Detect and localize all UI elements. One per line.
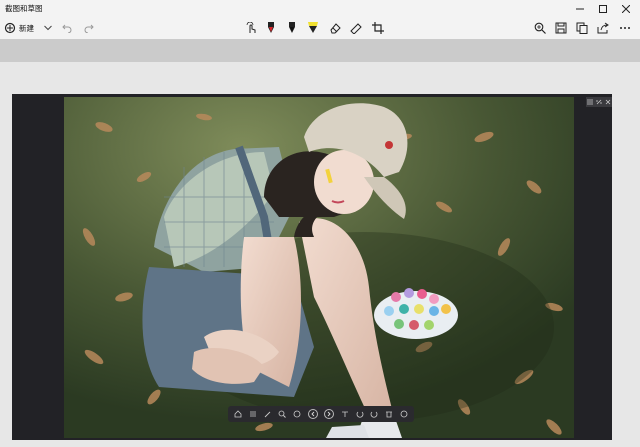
previous-image-button[interactable]: [307, 409, 318, 419]
highlighter-icon: [308, 22, 318, 33]
touch-writing-icon: [246, 22, 256, 33]
undo-button[interactable]: [60, 19, 74, 37]
ballpoint-pen-icon: [268, 22, 274, 33]
toolbar: 新建: [0, 17, 640, 55]
viewer-flip-icon[interactable]: [341, 410, 349, 418]
viewer-align-icon[interactable]: [249, 410, 257, 418]
app-title: 截图和草图: [5, 4, 43, 13]
crop-button[interactable]: [370, 19, 386, 37]
more-icon: [620, 27, 630, 29]
image-corner-controls: [586, 97, 612, 107]
save-icon: [555, 22, 567, 34]
new-snip-icon: [4, 22, 16, 34]
chevron-right-icon: [327, 411, 331, 417]
ruler-icon: [350, 23, 362, 34]
new-button[interactable]: 新建: [4, 19, 34, 37]
viewer-zoom-icon[interactable]: [278, 410, 287, 418]
chevron-left-icon: [310, 411, 314, 417]
pencil-button[interactable]: [284, 19, 300, 37]
viewer-delete-icon[interactable]: [385, 410, 393, 418]
highlighter-button[interactable]: [305, 19, 321, 37]
redo-button[interactable]: [82, 19, 96, 37]
close-button[interactable]: [614, 0, 638, 17]
redo-icon: [84, 24, 94, 33]
minimize-icon: [576, 8, 584, 9]
captured-photo[interactable]: [64, 97, 574, 438]
eraser-button[interactable]: [327, 19, 343, 37]
maximize-button[interactable]: [591, 0, 615, 17]
ribbon-strip: [0, 39, 640, 62]
save-button[interactable]: [553, 19, 569, 37]
viewer-more-icon[interactable]: [400, 410, 408, 418]
title-bar: 截图和草图: [0, 0, 640, 17]
crop-icon: [372, 22, 384, 34]
share-button[interactable]: [595, 19, 611, 37]
new-dropdown-button[interactable]: [42, 19, 54, 37]
menu-icon[interactable]: [587, 99, 594, 105]
ballpoint-pen-button[interactable]: [263, 19, 279, 37]
close-overlay-icon[interactable]: [605, 99, 611, 105]
next-image-button[interactable]: [324, 409, 335, 419]
share-icon: [597, 22, 609, 34]
zoom-in-icon: [534, 22, 546, 34]
copy-icon: [576, 22, 588, 34]
viewer-home-icon[interactable]: [234, 410, 242, 418]
photo-illustration: [64, 97, 574, 438]
viewer-rotate-left-icon[interactable]: [356, 410, 364, 418]
new-label: 新建: [19, 23, 34, 33]
eraser-icon: [330, 23, 341, 34]
copy-button[interactable]: [574, 19, 590, 37]
maximize-icon: [599, 4, 607, 13]
minimize-button[interactable]: [568, 0, 592, 17]
fit-icon[interactable]: [596, 99, 602, 105]
undo-icon: [62, 24, 72, 33]
pencil-icon: [289, 22, 295, 33]
more-button[interactable]: [617, 19, 633, 37]
viewer-brush-icon[interactable]: [264, 410, 272, 418]
chevron-down-icon: [44, 25, 52, 31]
touch-writing-button[interactable]: [243, 19, 259, 37]
close-icon: [622, 4, 630, 13]
viewer-target-icon[interactable]: [293, 410, 301, 418]
ruler-button[interactable]: [348, 19, 364, 37]
image-viewer-toolbar: [228, 406, 414, 422]
viewer-rotate-right-icon[interactable]: [370, 410, 378, 418]
zoom-button[interactable]: [532, 19, 548, 37]
